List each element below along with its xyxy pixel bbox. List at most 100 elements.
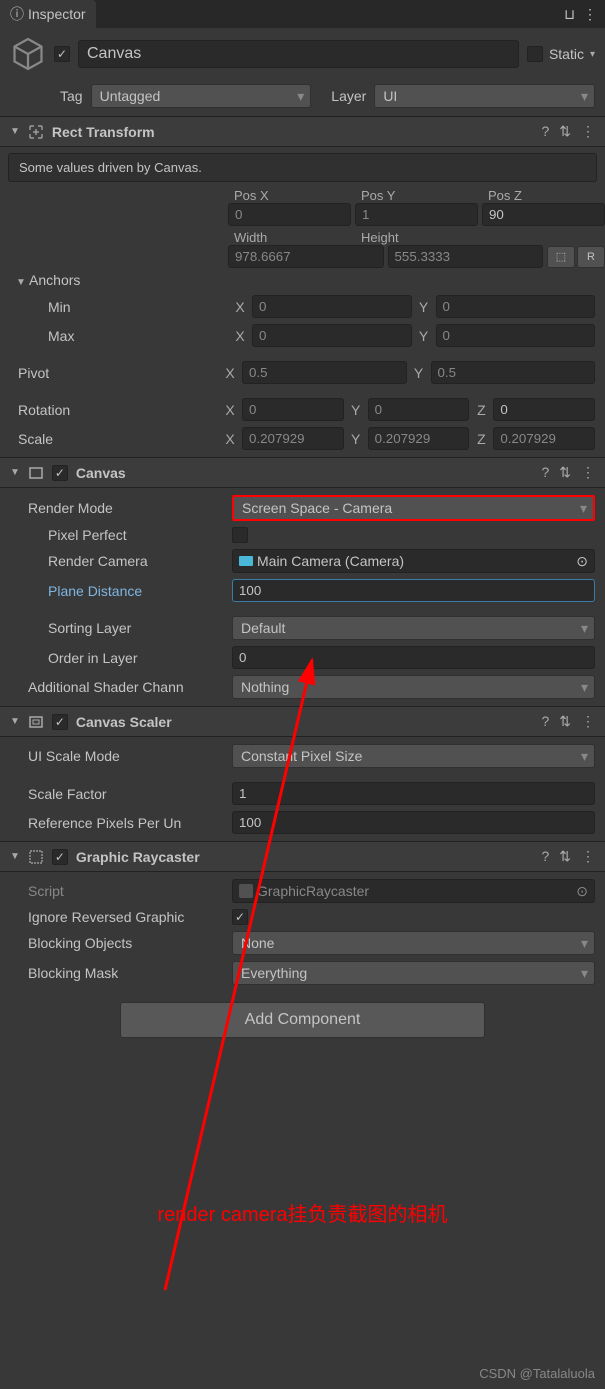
pos-x-label: Pos X: [228, 188, 351, 203]
layer-dropdown[interactable]: UI: [374, 84, 595, 108]
preset-icon[interactable]: ⇅: [559, 464, 571, 481]
tab-title: Inspector: [28, 6, 86, 22]
pos-y-label: Pos Y: [355, 188, 478, 203]
add-component-button[interactable]: Add Component: [120, 1002, 485, 1038]
plane-distance-input[interactable]: [232, 579, 595, 602]
blocking-objects-dropdown[interactable]: None: [232, 931, 595, 955]
canvas-foldout[interactable]: ▼: [10, 467, 20, 478]
min-label: Min: [28, 299, 228, 315]
ref-pixels-input[interactable]: [232, 811, 595, 834]
width-input[interactable]: [228, 245, 384, 268]
component-menu-icon[interactable]: ⋮: [581, 713, 595, 730]
rect-transform-icon: [28, 124, 44, 140]
graphic-raycaster-icon: [28, 849, 44, 865]
canvas-scaler-enable-checkbox[interactable]: [52, 714, 68, 730]
scale-x-input[interactable]: [242, 427, 344, 450]
ref-pixels-label: Reference Pixels Per Un: [28, 815, 228, 831]
rect-transform-title: Rect Transform: [52, 124, 534, 140]
active-checkbox[interactable]: [54, 46, 70, 62]
rotation-label: Rotation: [18, 402, 218, 418]
help-icon[interactable]: ?: [541, 848, 549, 865]
pivot-x-input[interactable]: [242, 361, 407, 384]
anchor-min-x-input[interactable]: [252, 295, 412, 318]
script-label: Script: [28, 883, 228, 899]
scale-factor-input[interactable]: [232, 782, 595, 805]
object-picker-icon: ⊙: [576, 883, 588, 900]
order-in-layer-label: Order in Layer: [28, 650, 228, 666]
pixel-perfect-checkbox[interactable]: [232, 527, 248, 543]
scale-z-input[interactable]: [493, 427, 595, 450]
menu-icon[interactable]: ⋮: [583, 6, 597, 23]
pos-y-input[interactable]: [355, 203, 478, 226]
blocking-objects-label: Blocking Objects: [28, 935, 228, 951]
tag-label: Tag: [60, 88, 83, 104]
static-dropdown-icon[interactable]: ▾: [590, 49, 595, 60]
scale-label: Scale: [18, 431, 218, 447]
lock-icon[interactable]: ⊔: [564, 6, 575, 23]
preset-icon[interactable]: ⇅: [559, 123, 571, 140]
anchors-label: Anchors: [29, 272, 80, 288]
static-label: Static: [549, 46, 584, 62]
info-icon: ⓘ: [10, 4, 24, 24]
rotation-x-input[interactable]: [242, 398, 344, 421]
additional-shader-dropdown[interactable]: Nothing: [232, 675, 595, 699]
anchor-min-y-input[interactable]: [436, 295, 596, 318]
rotation-y-input[interactable]: [368, 398, 470, 421]
component-menu-icon[interactable]: ⋮: [581, 464, 595, 481]
ui-scale-mode-label: UI Scale Mode: [28, 748, 228, 764]
preset-icon[interactable]: ⇅: [559, 848, 571, 865]
component-menu-icon[interactable]: ⋮: [581, 848, 595, 865]
blueprint-mode-button[interactable]: ⬚: [547, 246, 575, 268]
layer-label: Layer: [331, 88, 366, 104]
render-mode-dropdown[interactable]: Screen Space - Camera: [232, 495, 595, 521]
graphic-raycaster-enable-checkbox[interactable]: [52, 849, 68, 865]
ignore-reversed-checkbox[interactable]: [232, 909, 248, 925]
graphic-raycaster-title: Graphic Raycaster: [76, 849, 534, 865]
anchors-foldout[interactable]: ▼: [16, 277, 26, 288]
width-label: Width: [228, 230, 351, 245]
pos-z-input[interactable]: [482, 203, 605, 226]
tag-dropdown[interactable]: Untagged: [91, 84, 312, 108]
scale-factor-label: Scale Factor: [28, 786, 228, 802]
pos-z-label: Pos Z: [482, 188, 605, 203]
graphic-raycaster-foldout[interactable]: ▼: [10, 851, 20, 862]
render-mode-label: Render Mode: [28, 500, 228, 516]
script-field: GraphicRaycaster ⊙: [232, 879, 595, 903]
rotation-z-input[interactable]: [493, 398, 595, 421]
preset-icon[interactable]: ⇅: [559, 713, 571, 730]
anchor-max-x-input[interactable]: [252, 324, 412, 347]
canvas-scaler-icon: [28, 714, 44, 730]
pos-x-input[interactable]: [228, 203, 351, 226]
blocking-mask-dropdown[interactable]: Everything: [232, 961, 595, 985]
anchor-max-y-input[interactable]: [436, 324, 596, 347]
pixel-perfect-label: Pixel Perfect: [28, 527, 228, 543]
ignore-reversed-label: Ignore Reversed Graphic: [28, 909, 228, 925]
order-in-layer-input[interactable]: [232, 646, 595, 669]
object-picker-icon[interactable]: ⊙: [576, 553, 588, 570]
scale-y-input[interactable]: [368, 427, 470, 450]
height-input[interactable]: [388, 245, 544, 268]
help-icon[interactable]: ?: [541, 123, 549, 140]
render-camera-label: Render Camera: [28, 553, 228, 569]
rect-transform-foldout[interactable]: ▼: [10, 126, 20, 137]
blocking-mask-label: Blocking Mask: [28, 965, 228, 981]
help-icon[interactable]: ?: [541, 464, 549, 481]
static-checkbox[interactable]: [527, 46, 543, 62]
ui-scale-mode-dropdown[interactable]: Constant Pixel Size: [232, 744, 595, 768]
canvas-enable-checkbox[interactable]: [52, 465, 68, 481]
help-icon[interactable]: ?: [541, 713, 549, 730]
additional-shader-label: Additional Shader Chann: [28, 679, 228, 695]
raw-edit-button[interactable]: R: [577, 246, 605, 268]
max-label: Max: [28, 328, 228, 344]
pivot-y-input[interactable]: [431, 361, 596, 384]
sorting-layer-dropdown[interactable]: Default: [232, 616, 595, 640]
height-label: Height: [355, 230, 478, 245]
gameobject-name-input[interactable]: [78, 40, 519, 68]
render-camera-field[interactable]: Main Camera (Camera) ⊙: [232, 549, 595, 573]
component-menu-icon[interactable]: ⋮: [581, 123, 595, 140]
canvas-icon: [28, 465, 44, 481]
canvas-scaler-foldout[interactable]: ▼: [10, 716, 20, 727]
inspector-tab[interactable]: ⓘ Inspector: [0, 0, 96, 28]
plane-distance-label: Plane Distance: [28, 583, 228, 599]
gameobject-icon: [10, 36, 46, 72]
